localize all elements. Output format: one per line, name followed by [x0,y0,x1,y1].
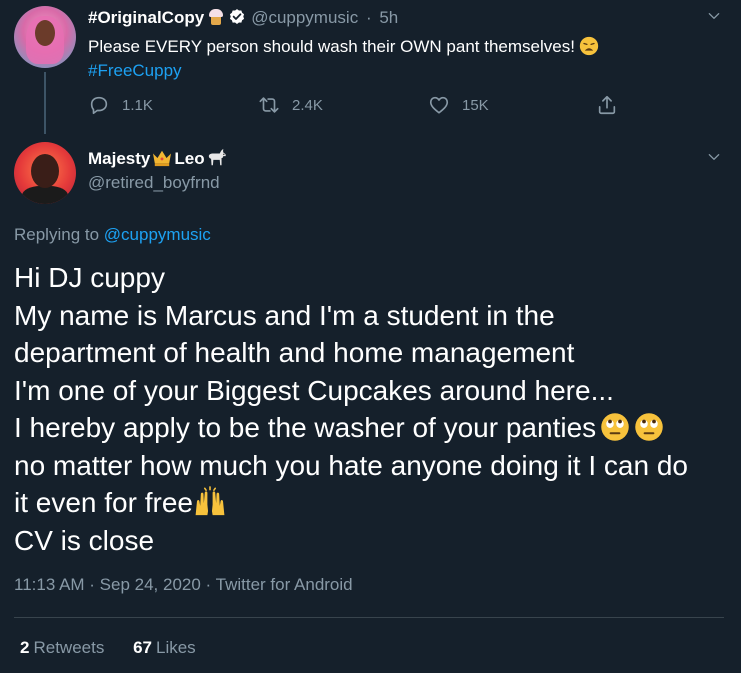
chevron-down-icon[interactable] [706,8,722,24]
reply-icon [90,96,108,115]
replying-to-link[interactable]: @cuppymusic [104,225,211,244]
thread-connector-line [44,72,46,134]
retweets-label: Retweets [33,638,105,657]
likes-stat[interactable]: 67 Likes [133,638,196,657]
parent-tweet-body: Please EVERY person should wash their OW… [88,37,575,56]
rolling-eyes-emoji [635,413,663,441]
reply-button[interactable]: 1.1K [88,92,153,118]
tweet-line: Hi DJ cuppy [14,262,165,293]
goat-icon [208,148,226,166]
like-button[interactable]: 15K [428,92,489,118]
share-button[interactable] [596,92,618,118]
tweet-detail-view: #OriginalCopy @cuppymusic · 5h Please EV… [0,0,741,673]
chevron-down-icon[interactable] [706,149,722,165]
tweet-timestamp[interactable]: 11:13 AM · Sep 24, 2020 · Twitter for An… [14,574,353,596]
replying-to-line: Replying to @cuppymusic [14,224,211,246]
retweet-count: 2.4K [292,96,323,114]
verified-icon [230,9,245,24]
author-avatar[interactable] [14,142,76,204]
engagement-stats: 2 Retweets 67 Likes [20,637,196,659]
tweet-line-text: it even for free [14,487,193,518]
tweet-line: CV is close [14,524,155,556]
time-separator: · [365,8,372,27]
parent-display-name[interactable]: #OriginalCopy [88,8,204,27]
like-icon [429,96,449,114]
rolling-eyes-emoji [601,413,629,441]
tweet-line-with-emoji: it even for free [14,484,729,522]
parent-avatar[interactable] [14,6,76,68]
like-total: 67 [133,638,152,657]
parent-action-bar: 1.1K 2.4K 15K [88,92,628,118]
retweet-icon [259,97,279,113]
like-count: 15K [462,96,489,114]
crown-icon [153,150,172,167]
parent-handle[interactable]: @cuppymusic [251,8,358,27]
divider [14,617,724,618]
parent-time-ago[interactable]: 5h [379,8,398,27]
hashtag-link[interactable]: #FreeCuppy [88,61,182,80]
replying-prefix: Replying to [14,225,100,244]
tweet-line-with-emoji: I hereby apply to be the washer of your … [14,409,729,447]
author-name-part1: Majesty [88,149,151,168]
tweet-body: Hi DJ cuppy My name is Marcus and I'm a … [14,259,729,559]
author-handle[interactable]: @retired_boyfrnd [88,172,220,194]
tweet-line: I'm one of your Biggest Cupcakes around … [14,374,614,406]
tweet-line: department of health and home management [14,337,575,368]
likes-label: Likes [156,638,196,657]
retweet-total: 2 [20,638,30,657]
retweet-button[interactable]: 2.4K [258,92,323,118]
retweets-stat[interactable]: 2 Retweets [20,638,104,657]
parent-tweet-header: #OriginalCopy @cuppymusic · 5h [88,7,398,29]
weary-face-emoji [579,36,599,56]
tweet-line: no matter how much you hate anyone doing… [14,449,688,481]
tweet-line: My name is Marcus and I'm a student in t… [14,299,555,331]
share-icon [598,95,616,115]
author-name-part2: Leo [174,149,205,168]
raising-hands-emoji [195,486,225,516]
parent-tweet-text: Please EVERY person should wash their OW… [88,35,708,83]
tweet-line-text: I hereby apply to be the washer of your … [14,412,597,443]
cupcake-icon [208,9,224,25]
author-display-name[interactable]: Majesty Leo [88,148,228,170]
reply-count: 1.1K [122,96,153,114]
